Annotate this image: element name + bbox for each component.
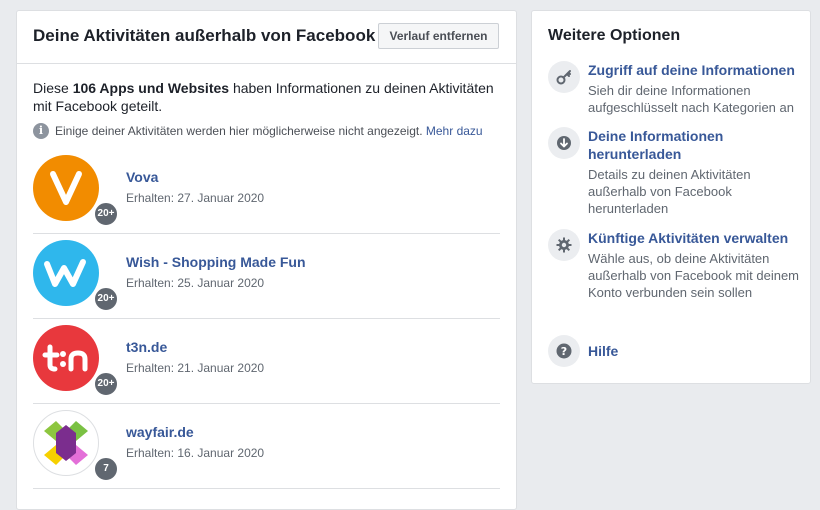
vova-logo[interactable] (33, 155, 99, 221)
option-description: Details zu deinen Aktivitäten außerhalb … (588, 167, 751, 216)
app-received-date: Erhalten: 27. Januar 2020 (126, 191, 265, 205)
wayfair-logo[interactable] (33, 410, 99, 476)
card-header: Deine Aktivitäten außerhalb von Facebook… (17, 11, 516, 64)
wish-logo-graphic (44, 259, 86, 287)
learn-more-link[interactable]: Mehr dazu (426, 124, 483, 138)
info-note: i Einige deiner Aktivitäten werden hier m… (33, 123, 483, 139)
activity-count-badge: 20+ (93, 371, 119, 397)
more-options-title: Weitere Optionen (548, 27, 681, 44)
option-title[interactable]: Deine Informationen herunterladen (588, 127, 803, 163)
app-name[interactable]: t3n.de (126, 339, 167, 355)
app-name[interactable]: Vova (126, 169, 158, 185)
intro-text: Diese 106 Apps und Websites haben Inform… (33, 79, 503, 115)
app-row-wayfair[interactable]: 7 wayfair.de Erhalten: 16. Januar 2020 (33, 404, 500, 489)
option-description: Sieh dir deine Informationen aufgeschlüs… (588, 83, 794, 115)
clear-history-button[interactable]: Verlauf entfernen (378, 23, 499, 49)
option-description: Wähle aus, ob deine Aktivitäten außerhal… (588, 251, 800, 300)
help-icon: ? (548, 335, 580, 367)
app-row-vova[interactable]: 20+ Vova Erhalten: 27. Januar 2020 (33, 149, 500, 234)
activity-count-badge: 20+ (93, 286, 119, 312)
app-row-wish[interactable]: 20+ Wish - Shopping Made Fun Erhalten: 2… (33, 234, 500, 319)
option-title[interactable]: Künftige Aktivitäten verwalten (588, 229, 803, 247)
download-icon (548, 127, 580, 159)
option-title[interactable]: Hilfe (588, 342, 803, 360)
info-icon: i (33, 123, 49, 139)
off-facebook-activity-card: Deine Aktivitäten außerhalb von Facebook… (16, 10, 517, 510)
key-icon (548, 61, 580, 93)
option-title[interactable]: Zugriff auf deine Informationen (588, 61, 803, 79)
intro-prefix: Diese (33, 80, 73, 96)
option-access-information[interactable]: Zugriff auf deine Informationen Sieh dir… (548, 61, 798, 117)
vova-logo-graphic (50, 171, 82, 205)
app-row-t3n[interactable]: 20+ t3n.de Erhalten: 21. Januar 2020 (33, 319, 500, 404)
t3n-logo-graphic (42, 344, 88, 372)
t3n-logo[interactable] (33, 325, 99, 391)
note-text: Einige deiner Aktivitäten werden hier mö… (55, 124, 423, 138)
gear-icon (548, 229, 580, 261)
more-options-card: Weitere Optionen Zugriff auf deine Infor… (531, 10, 811, 384)
option-download-information[interactable]: Deine Informationen herunterladen Detail… (548, 127, 798, 219)
wayfair-logo-graphic (44, 421, 88, 465)
activity-count-badge: 7 (93, 456, 119, 482)
app-name[interactable]: Wish - Shopping Made Fun (126, 254, 306, 270)
option-manage-future-activity[interactable]: Künftige Aktivitäten verwalten Wähle aus… (548, 229, 799, 321)
wish-logo[interactable] (33, 240, 99, 306)
option-help[interactable]: ? Hilfe (548, 335, 798, 367)
app-received-date: Erhalten: 25. Januar 2020 (126, 276, 265, 290)
activity-count-badge: 20+ (93, 201, 119, 227)
page-title: Deine Aktivitäten außerhalb von Facebook (33, 26, 376, 45)
app-received-date: Erhalten: 16. Januar 2020 (126, 446, 265, 460)
app-name[interactable]: wayfair.de (126, 424, 194, 440)
intro-count: 106 Apps und Websites (72, 80, 230, 96)
app-received-date: Erhalten: 21. Januar 2020 (126, 361, 265, 375)
svg-text:?: ? (561, 345, 567, 358)
